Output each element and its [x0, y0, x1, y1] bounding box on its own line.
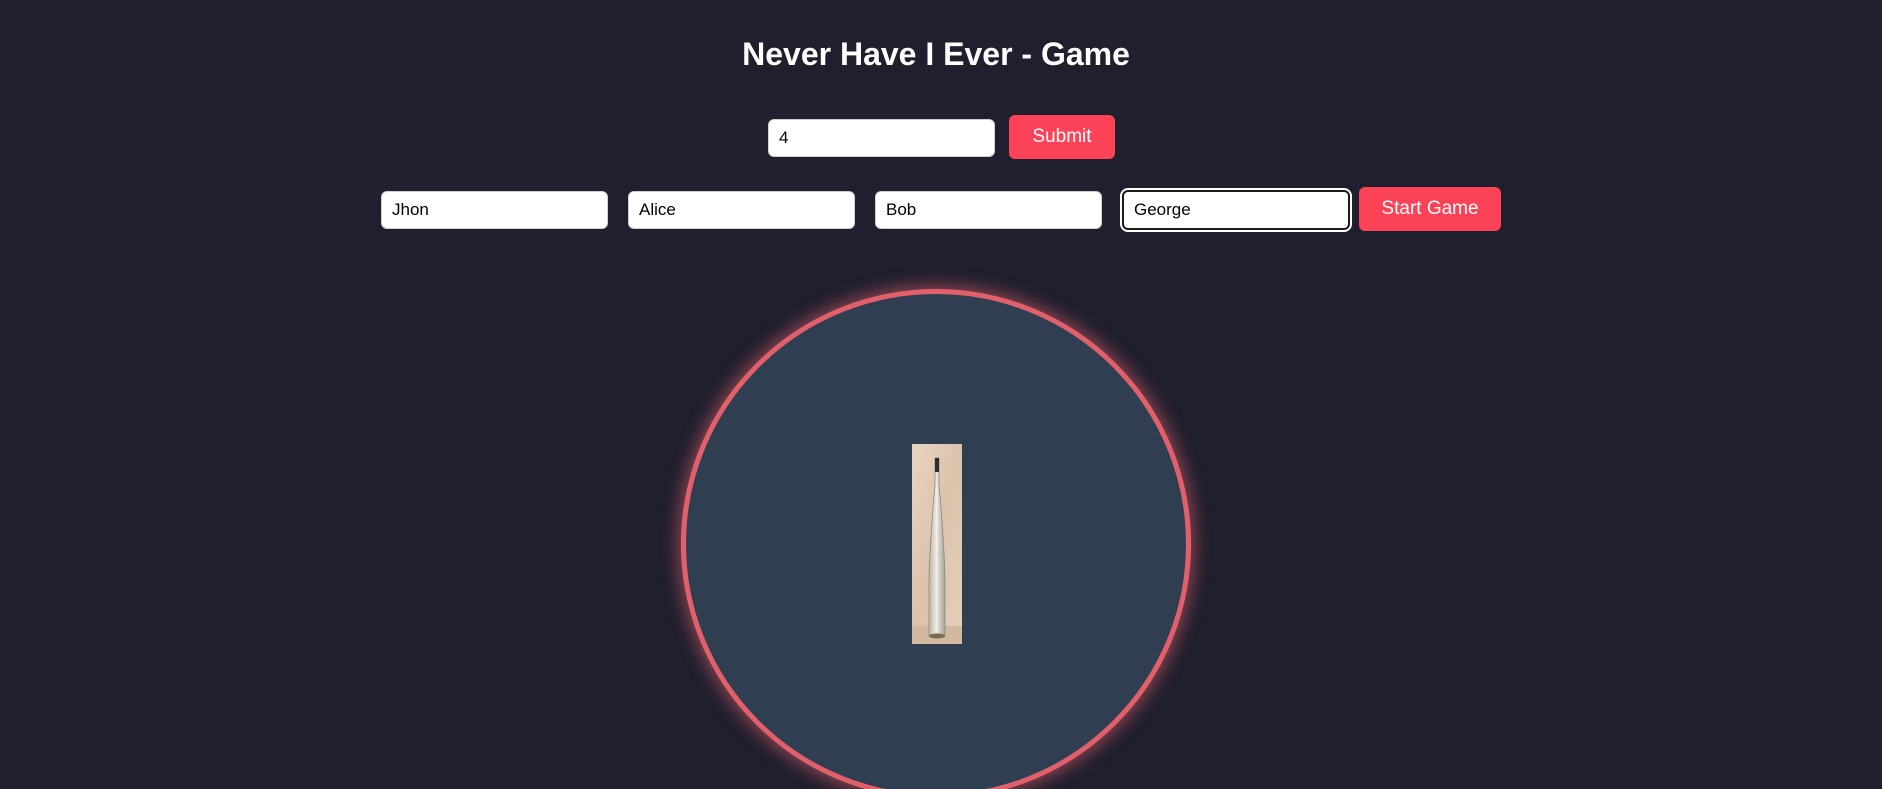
game-page: Never Have I Ever - Game Submit Start Ga… — [0, 0, 1882, 789]
player-name-input-4[interactable] — [1122, 190, 1350, 230]
page-title: Never Have I Ever - Game — [742, 36, 1130, 72]
player-name-input-1[interactable] — [381, 191, 608, 229]
player-name-input-3[interactable] — [875, 191, 1102, 229]
player-count-input[interactable] — [768, 119, 995, 157]
bottle-image[interactable] — [912, 444, 962, 644]
player-name-input-2[interactable] — [628, 191, 855, 229]
start-game-button[interactable]: Start Game — [1359, 187, 1501, 231]
submit-button[interactable]: Submit — [1009, 115, 1115, 159]
